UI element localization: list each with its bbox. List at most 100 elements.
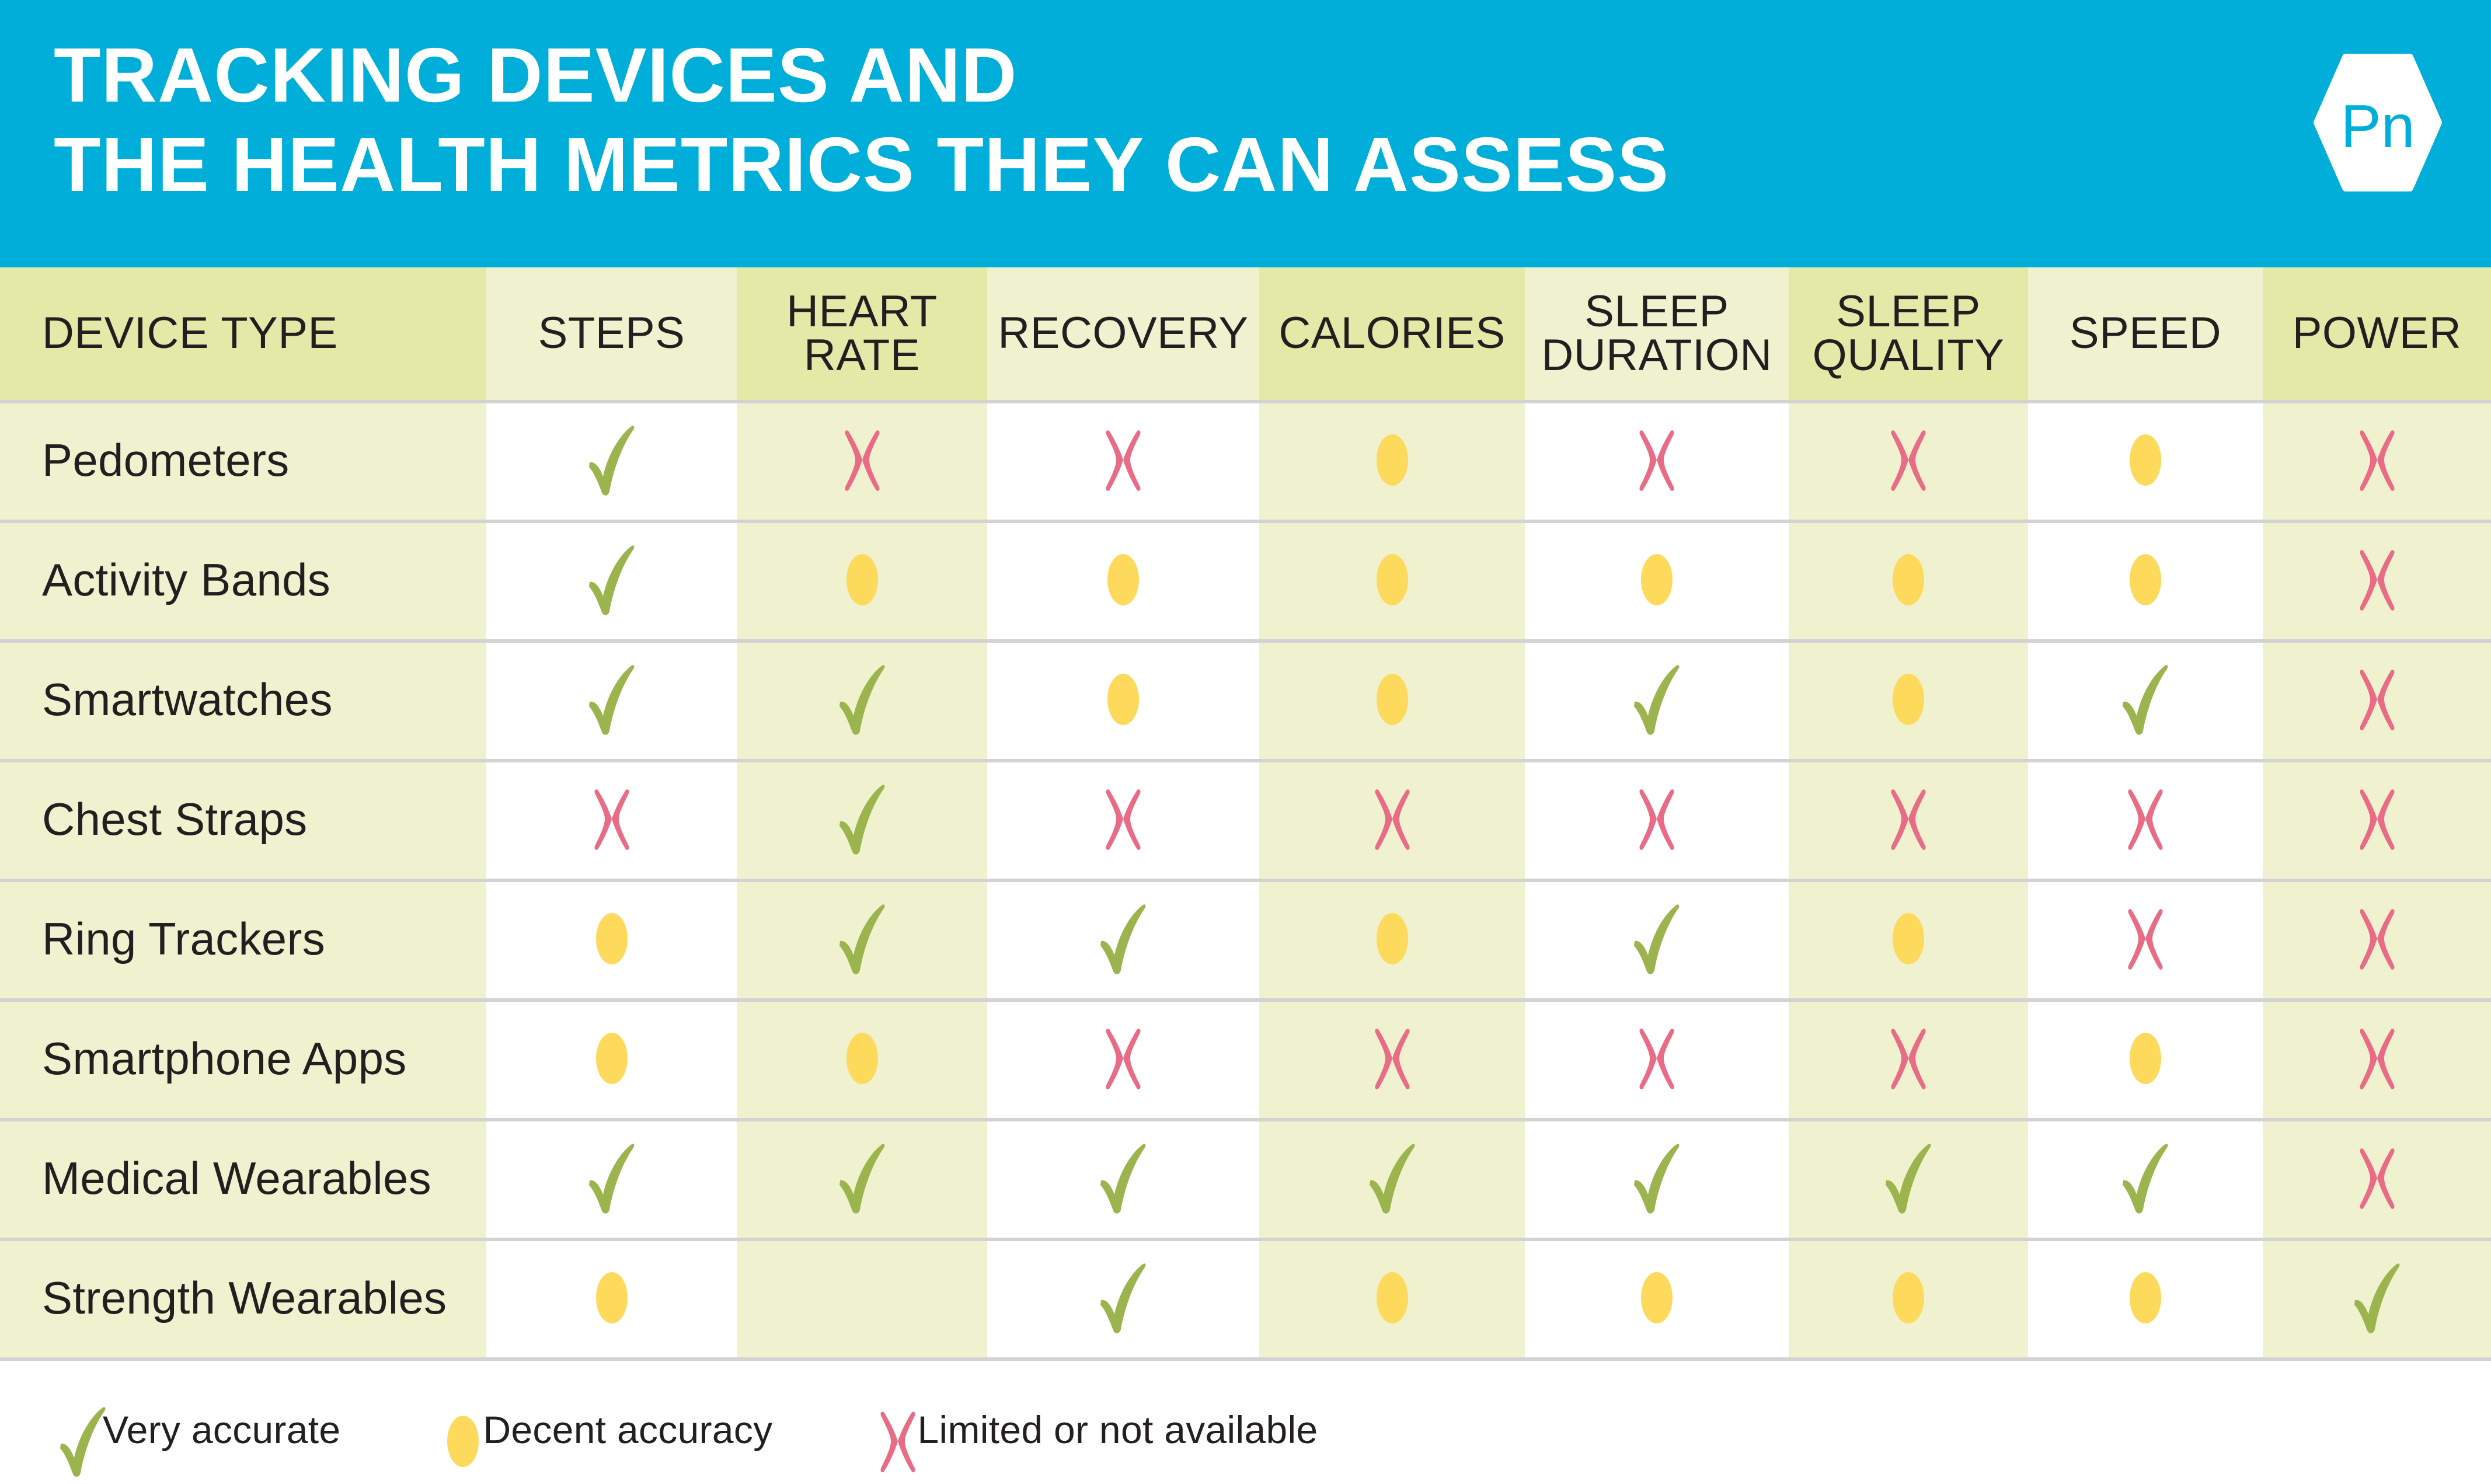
cell-sleep-quality (1789, 400, 2028, 520)
cell-sleep-quality (1789, 520, 2028, 639)
dot-icon (1873, 898, 1943, 980)
page-title: TRACKING DEVICES AND THE HEALTH METRICS … (54, 32, 1670, 208)
precision-nutrition-logo: Pn (2314, 54, 2442, 191)
cell-sleep-duration (1525, 879, 1789, 998)
cell-recovery (987, 400, 1259, 520)
row-divider (0, 879, 2491, 882)
row-divider (0, 400, 2491, 403)
device-type-label: Smartphone Apps (42, 1032, 407, 1084)
dot-icon (577, 898, 647, 980)
cross-icon (1873, 419, 1943, 501)
header-banner: TRACKING DEVICES AND THE HEALTH METRICS … (0, 0, 2491, 267)
column-header-label: SPEED (2069, 308, 2222, 358)
table-row: Pedometers (0, 400, 2491, 520)
cell-recovery (987, 879, 1259, 998)
cell-sleep-quality (1789, 1118, 2028, 1238)
device-metrics-table: DEVICE TYPE STEPS HEART RATE RECOVERY CA… (0, 267, 2491, 1361)
column-header-label: STEPS (538, 308, 685, 358)
cross-icon (577, 778, 647, 860)
column-header-device-type: DEVICE TYPE (0, 267, 486, 400)
legend: Very accurate Decent accuracy Limited or… (0, 1375, 2491, 1484)
column-header-recovery: RECOVERY (987, 267, 1259, 400)
check-icon (1088, 1257, 1158, 1339)
cross-icon (1622, 1018, 1692, 1099)
legend-label: Very accurate (103, 1408, 341, 1451)
table-row: Chest Straps (0, 759, 2491, 879)
cell-speed (2028, 759, 2263, 879)
row-header-ring-trackers: Ring Trackers (0, 879, 486, 998)
cross-icon (1873, 1018, 1943, 1099)
cell-calories (1259, 1118, 1525, 1238)
check-icon (1088, 898, 1158, 980)
cell-heart-rate (737, 400, 987, 520)
cell-power (2263, 998, 2491, 1118)
check-icon (2342, 1257, 2412, 1339)
column-header-power: POWER (2263, 267, 2491, 400)
cell-steps (486, 639, 737, 759)
cell-steps (486, 520, 737, 639)
cross-icon (2342, 659, 2412, 740)
cell-sleep-duration (1525, 759, 1789, 879)
cell-steps (486, 1238, 737, 1357)
row-header-pedometers: Pedometers (0, 400, 486, 520)
cell-sleep-duration (1525, 400, 1789, 520)
row-divider (0, 639, 2491, 643)
column-header-label: CALORIES (1278, 308, 1506, 358)
dot-icon (1088, 659, 1158, 740)
row-header-activity-bands: Activity Bands (0, 520, 486, 639)
table-row: Ring Trackers (0, 879, 2491, 998)
cross-icon (2342, 778, 2412, 860)
cell-speed (2028, 1238, 2263, 1357)
device-type-label: Activity Bands (42, 553, 331, 605)
check-icon (1873, 1137, 1943, 1219)
cross-icon (1622, 778, 1692, 860)
cell-sleep-quality (1789, 998, 2028, 1118)
column-header-speed: SPEED (2028, 267, 2263, 400)
cell-speed (2028, 639, 2263, 759)
legend-item-decent-accuracy: Decent accuracy (428, 1375, 772, 1484)
cell-power (2263, 639, 2491, 759)
check-icon (827, 1137, 897, 1219)
cell-power (2263, 879, 2491, 998)
row-divider (0, 998, 2491, 1002)
cell-steps (486, 1118, 737, 1238)
cell-steps (486, 998, 737, 1118)
dot-icon (1873, 659, 1943, 740)
column-header-label: SLEEP DURATION (1541, 287, 1772, 380)
cell-sleep-duration (1525, 1238, 1789, 1357)
cross-icon (2342, 419, 2412, 501)
check-icon (1622, 898, 1692, 980)
dot-icon (577, 1018, 647, 1099)
table-row: Smartwatches (0, 639, 2491, 759)
device-type-label: Medical Wearables (42, 1152, 431, 1204)
check-icon (577, 419, 647, 501)
cell-calories (1259, 520, 1525, 639)
cell-recovery (987, 1238, 1259, 1357)
dot-icon (1088, 539, 1158, 621)
column-header-calories: CALORIES (1259, 267, 1525, 400)
device-type-label: Smartwatches (42, 673, 333, 725)
cell-speed (2028, 998, 2263, 1118)
device-type-label: Strength Wearables (42, 1271, 447, 1323)
cell-heart-rate (737, 639, 987, 759)
row-header-chest-straps: Chest Straps (0, 759, 486, 879)
dot-icon (2110, 1257, 2180, 1339)
dot-icon (577, 1257, 647, 1339)
cell-calories (1259, 1238, 1525, 1357)
empty-cell (827, 1257, 897, 1339)
table-row: Medical Wearables (0, 1118, 2491, 1238)
cell-heart-rate (737, 998, 987, 1118)
dot-icon (1873, 1257, 1943, 1339)
cell-speed (2028, 1118, 2263, 1238)
check-icon (2110, 659, 2180, 740)
table-row: Activity Bands (0, 520, 2491, 639)
cell-recovery (987, 759, 1259, 879)
row-divider (0, 1238, 2491, 1241)
cross-icon (1088, 778, 1158, 860)
row-header-smartphone-apps: Smartphone Apps (0, 998, 486, 1118)
column-header-sleep-quality: SLEEP QUALITY (1789, 267, 2028, 400)
cross-icon (2110, 898, 2180, 980)
cell-speed (2028, 520, 2263, 639)
table-row: Smartphone Apps (0, 998, 2491, 1118)
cross-icon (827, 419, 897, 501)
